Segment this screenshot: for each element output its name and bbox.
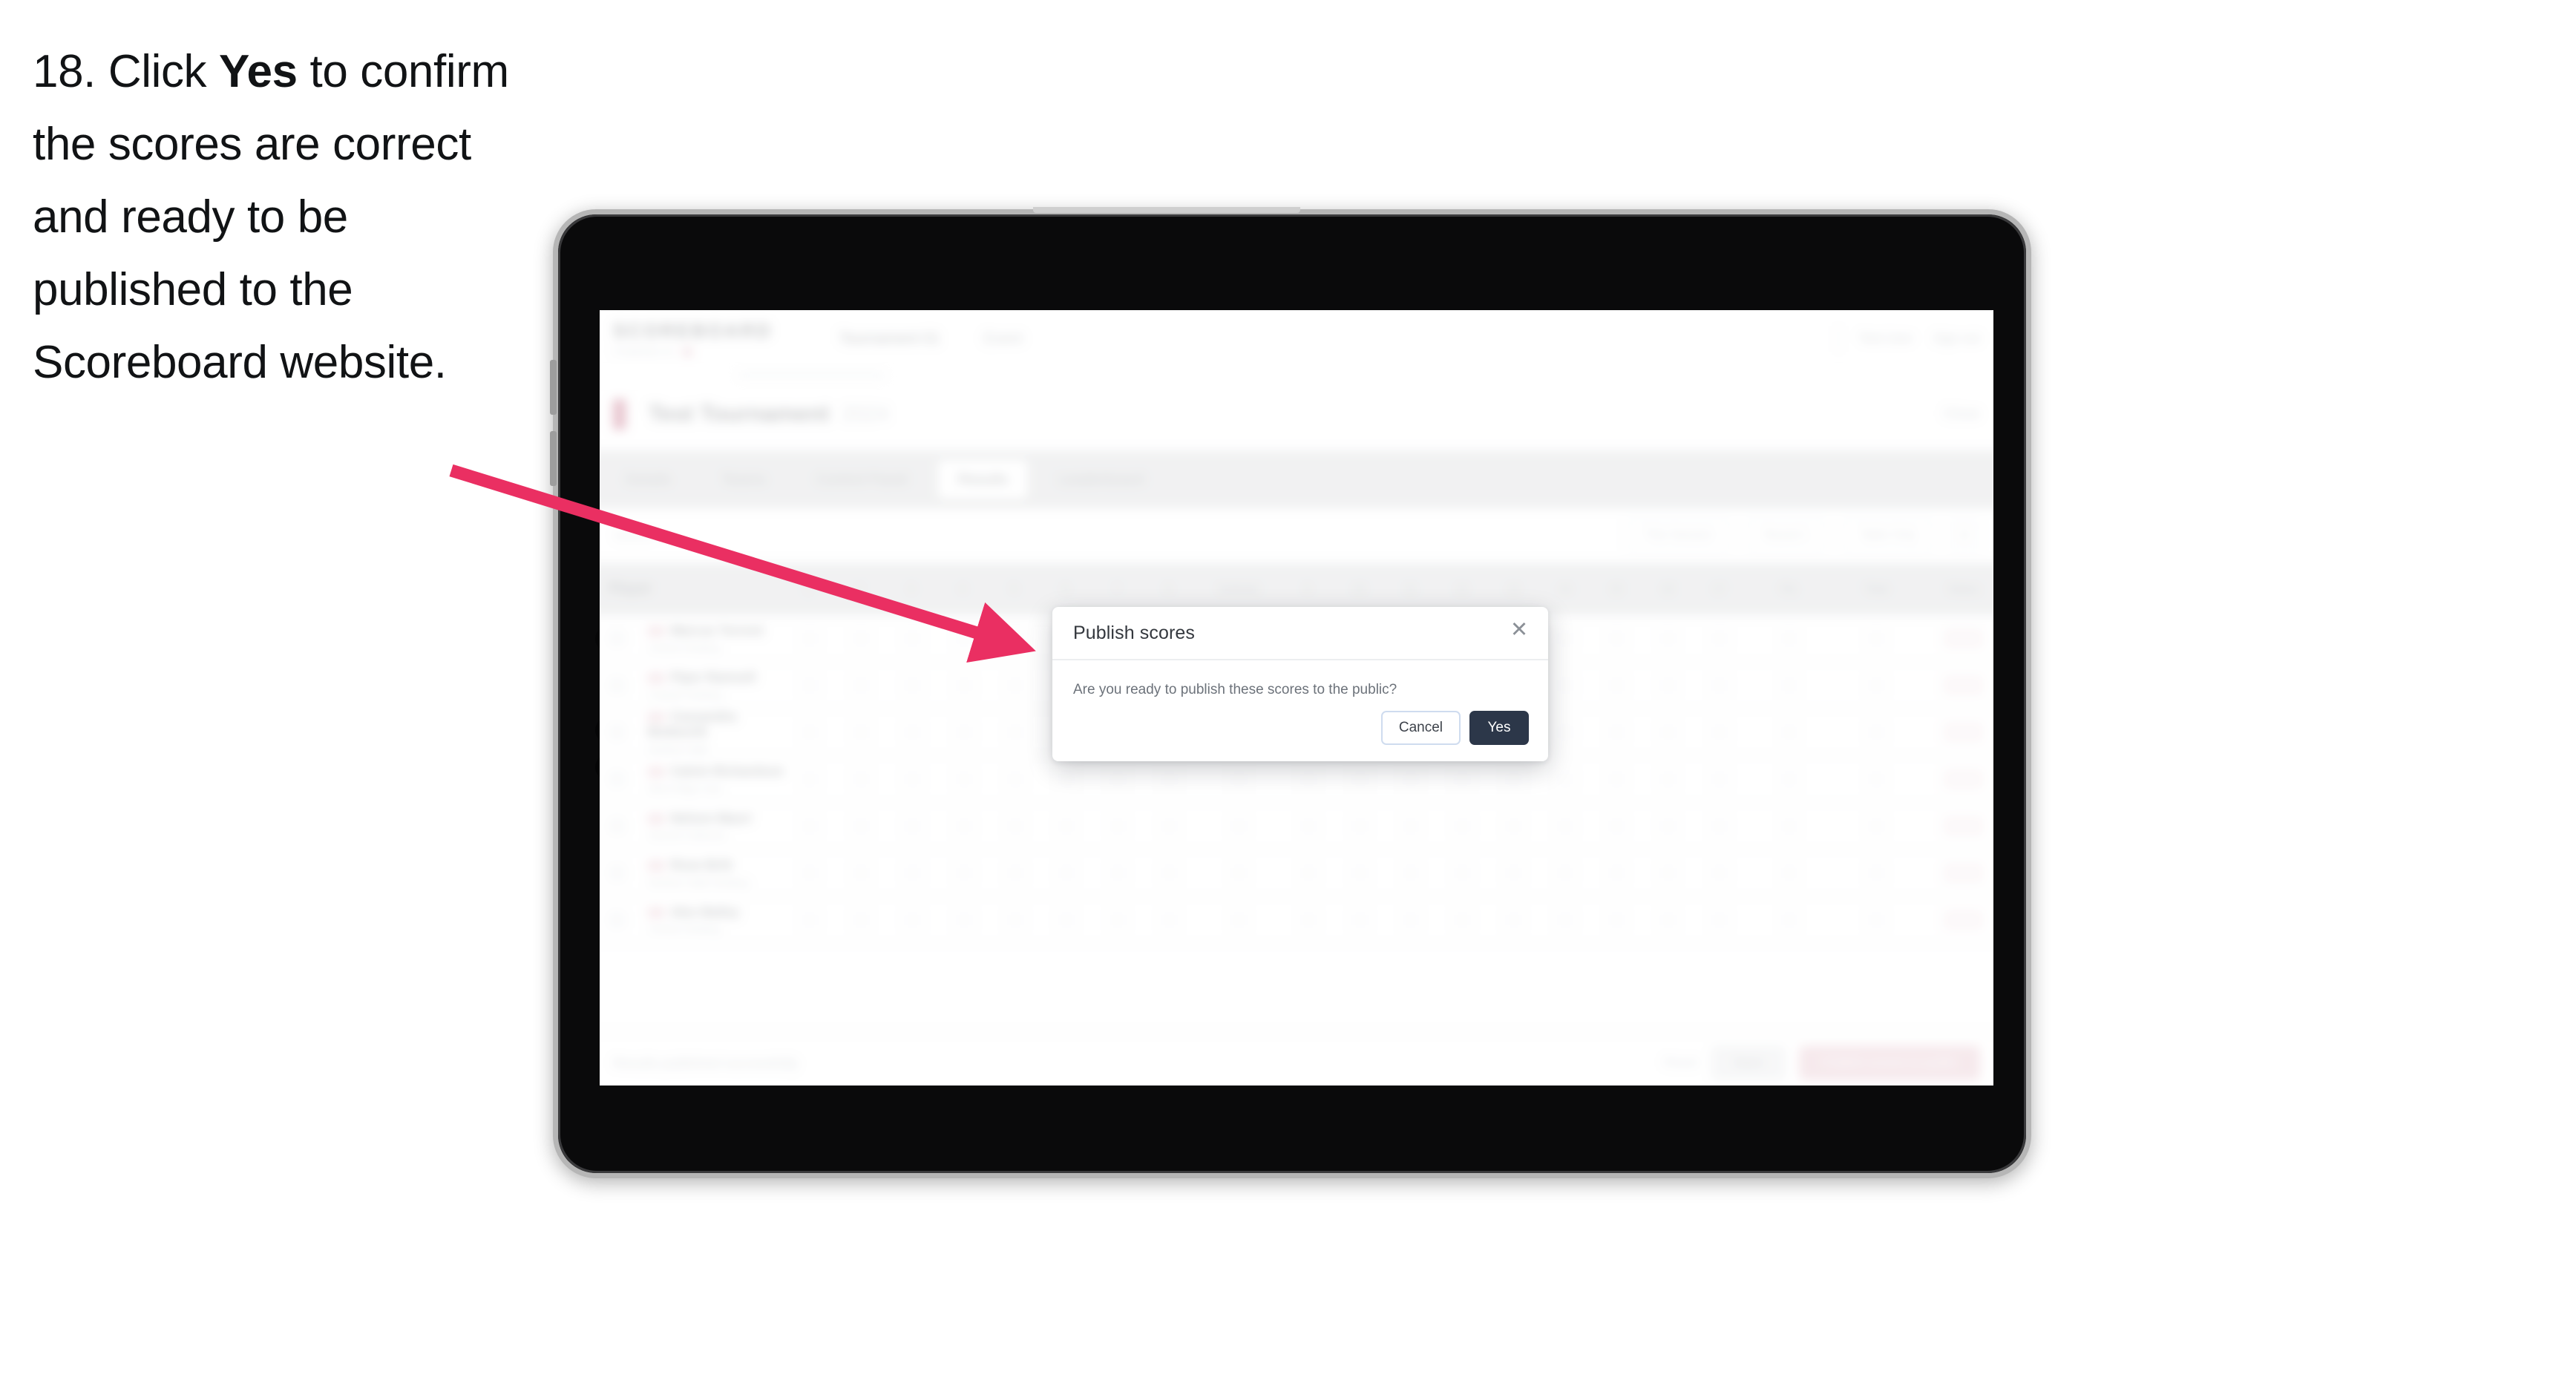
yes-button[interactable]: Yes xyxy=(1469,711,1529,745)
close-icon[interactable]: ✕ xyxy=(1507,617,1532,643)
instruction-after: to confirm the scores are correct and re… xyxy=(33,46,509,388)
step-number: 18. xyxy=(33,46,96,97)
dialog-body: Are you ready to publish these scores to… xyxy=(1052,660,1548,700)
instruction-text: 18. Click Yes to confirm the scores are … xyxy=(33,36,552,399)
dialog-actions: Cancel Yes xyxy=(1380,711,1529,745)
volume-down-button[interactable] xyxy=(550,431,557,486)
publish-scores-dialog: Publish scores ✕ Are you ready to publis… xyxy=(1052,607,1548,761)
instruction-before: Click xyxy=(108,46,207,97)
dialog-header: Publish scores ✕ xyxy=(1052,607,1548,660)
tablet-top-notch xyxy=(1033,207,1300,213)
tablet-screen: SCOREBOARD POWERED BY Tournament 01 Even… xyxy=(600,310,1993,1086)
volume-up-button[interactable] xyxy=(550,360,557,415)
instruction-bold-word: Yes xyxy=(218,46,298,97)
cancel-button[interactable]: Cancel xyxy=(1380,711,1461,745)
tablet-device: SCOREBOARD POWERED BY Tournament 01 Even… xyxy=(550,207,2031,1178)
dialog-title: Publish scores xyxy=(1073,622,1195,643)
tutorial-slide: 18. Click Yes to confirm the scores are … xyxy=(0,0,2576,1386)
dialog-message: Are you ready to publish these scores to… xyxy=(1073,682,1397,697)
